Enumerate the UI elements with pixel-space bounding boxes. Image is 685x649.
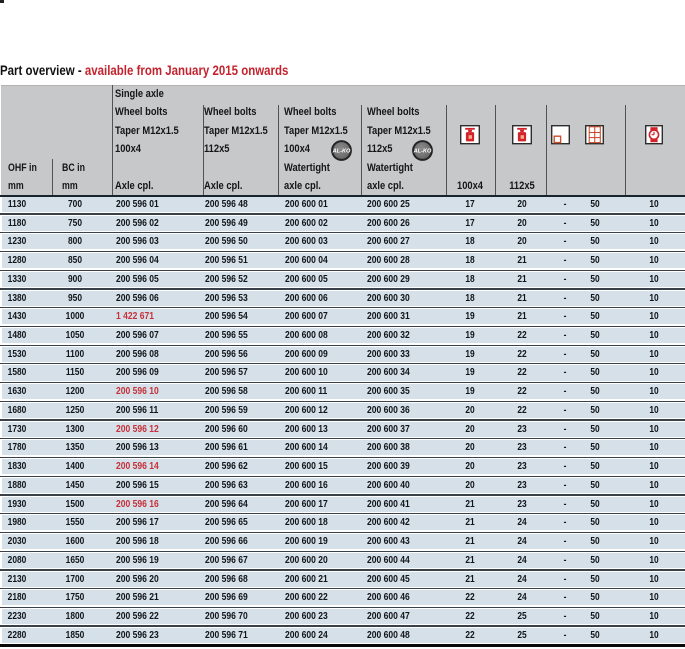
svg-text:AL-KO: AL-KO	[412, 148, 431, 154]
svg-text:AL-KO: AL-KO	[331, 148, 350, 154]
